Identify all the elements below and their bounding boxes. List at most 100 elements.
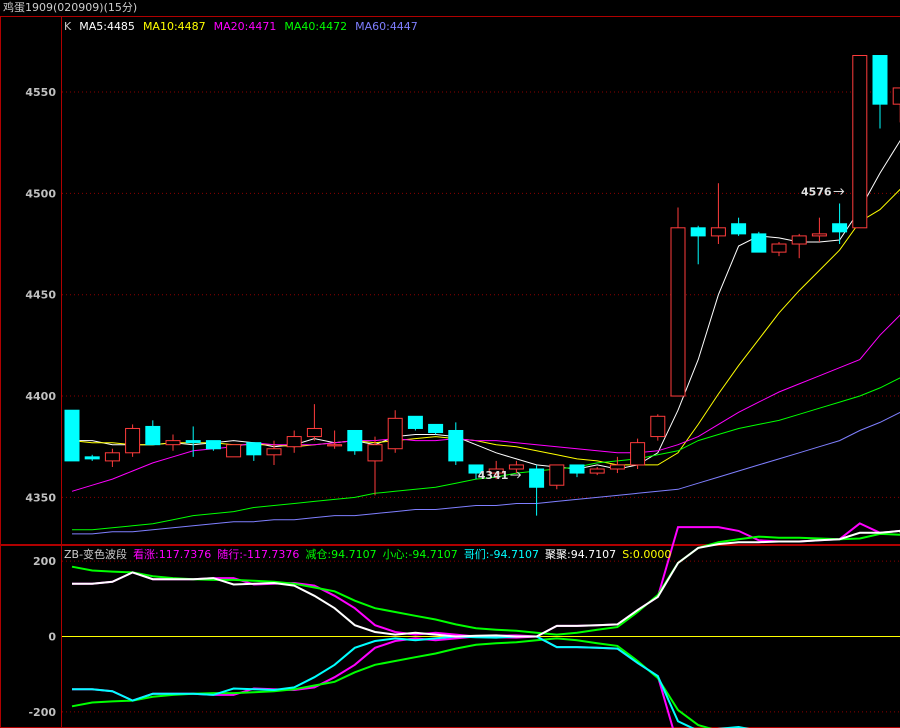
candle-body — [589, 468, 605, 474]
candle[interactable] — [690, 225, 706, 265]
y-tick-label: 4500 — [25, 187, 56, 200]
candle[interactable] — [64, 409, 80, 462]
legend-item: 看涨:117.7376 — [133, 547, 211, 561]
candle-body — [630, 442, 646, 466]
candle-body — [751, 233, 767, 253]
futures-chart[interactable]: 鸡蛋1909(020909)(15分) 4350 4400 4450 4500 4550… — [0, 0, 900, 728]
candle[interactable] — [832, 203, 848, 245]
y-tick-label: -200 — [28, 706, 56, 719]
y-tick-label: 4350 — [25, 491, 56, 504]
candle[interactable] — [771, 241, 787, 257]
legend-item: K — [64, 20, 72, 33]
candle-body — [650, 415, 666, 438]
candle[interactable] — [529, 464, 545, 516]
legend-item: 哥们:-94.7107 — [464, 547, 539, 561]
candle[interactable] — [84, 454, 100, 461]
indicator-line — [71, 637, 713, 728]
candle[interactable] — [892, 87, 900, 123]
candle[interactable] — [246, 442, 262, 461]
candle-body — [327, 444, 343, 447]
y-tick-label: 4400 — [25, 390, 56, 403]
candle[interactable] — [387, 410, 403, 453]
candle-body — [811, 233, 827, 237]
candle[interactable] — [306, 404, 322, 441]
candle-body — [448, 429, 464, 462]
legend-item: MA5:4485 — [79, 20, 135, 33]
candle[interactable] — [508, 460, 524, 474]
candle-body — [791, 235, 807, 245]
candle-body — [226, 444, 242, 458]
ma-line-ma5 — [72, 140, 900, 470]
y-tick-label: 4450 — [25, 289, 56, 302]
candle[interactable] — [609, 456, 625, 474]
candle-body — [286, 436, 302, 448]
candle[interactable] — [145, 420, 161, 446]
candle-body — [306, 427, 322, 438]
candle[interactable] — [872, 55, 888, 129]
legend-item: ZB-变色波段 — [64, 547, 127, 561]
candle[interactable] — [165, 434, 181, 451]
legend-item: MA40:4472 — [284, 20, 347, 33]
y-tick-label: 0 — [48, 631, 56, 644]
candle[interactable] — [226, 444, 242, 458]
candle[interactable] — [650, 414, 666, 441]
candlesticks — [64, 55, 900, 516]
main-y-axis: 4350 4400 4450 4500 4550 — [25, 86, 56, 504]
candle-body — [549, 464, 565, 486]
candle[interactable] — [286, 430, 302, 453]
candle-body — [407, 415, 423, 429]
indicator-line — [72, 522, 900, 639]
main-legend: K MA5:4485 MA10:4487 MA20:4471 MA40:4472 MA60… — [64, 20, 418, 33]
candle[interactable] — [852, 55, 868, 229]
candle-body — [670, 227, 686, 397]
indicator-line — [72, 529, 900, 638]
candle-body — [246, 442, 262, 456]
y-tick-label: 200 — [33, 555, 56, 568]
candle-body — [104, 452, 120, 462]
candle[interactable] — [327, 430, 343, 449]
candle-body — [872, 55, 888, 105]
candle-body — [529, 468, 545, 488]
candle[interactable] — [811, 217, 827, 242]
main-grid — [62, 91, 900, 498]
candle-body — [710, 227, 726, 237]
candle-body — [145, 425, 161, 446]
candle[interactable] — [670, 207, 686, 397]
indicator-line — [72, 635, 750, 728]
candle-body — [347, 429, 363, 452]
candle[interactable] — [630, 438, 646, 470]
indicator-line — [72, 634, 674, 728]
candle[interactable] — [710, 183, 726, 245]
candle[interactable] — [104, 448, 120, 467]
candle-body — [428, 423, 444, 434]
candle-body — [508, 464, 524, 470]
indicator-y-axis: -200 0 200 — [28, 555, 56, 719]
candle-body — [125, 427, 141, 454]
candle-body — [367, 444, 383, 462]
candle[interactable] — [549, 464, 565, 490]
candle[interactable] — [751, 231, 767, 253]
legend-item: MA20:4471 — [214, 20, 277, 33]
legend-item: MA60:4447 — [355, 20, 418, 33]
candle-body — [892, 87, 900, 105]
candle[interactable] — [367, 436, 383, 496]
candle-body — [731, 223, 747, 235]
y-tick-label: 4550 — [25, 86, 56, 99]
candle[interactable] — [448, 422, 464, 465]
candle[interactable] — [589, 466, 605, 476]
candle[interactable] — [569, 464, 585, 478]
candle[interactable] — [407, 415, 423, 431]
candle-body — [832, 223, 848, 233]
legend-item: 小心:-94.7107 — [383, 548, 458, 561]
legend-item: MA10:4487 — [143, 20, 206, 33]
extreme-price-label: 4341 — [478, 469, 509, 482]
candle[interactable] — [791, 233, 807, 259]
candle[interactable] — [347, 429, 363, 455]
extreme-price-label: 4576 — [801, 185, 832, 198]
candle-body — [690, 227, 706, 237]
candle[interactable] — [125, 424, 141, 457]
indicator-legend: ZB-变色波段 看涨:117.7376 随行:-117.7376 减仓:94.7107… — [64, 547, 671, 561]
ma-line-ma10 — [71, 188, 900, 466]
candle[interactable] — [731, 217, 747, 236]
candle[interactable] — [428, 423, 444, 435]
